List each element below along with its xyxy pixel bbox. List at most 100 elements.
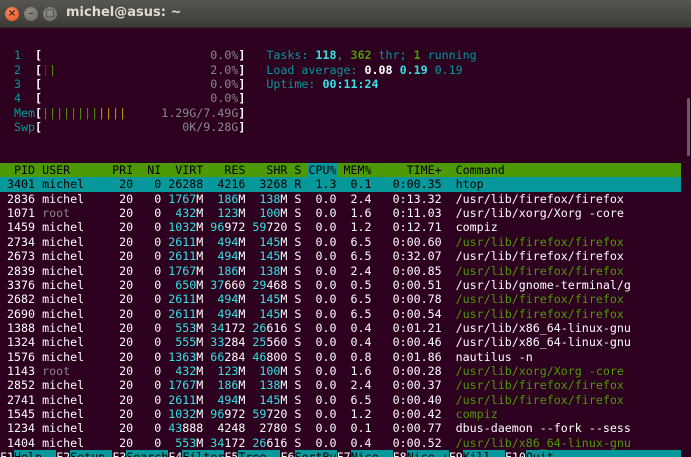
text [42, 77, 210, 91]
text [42, 120, 182, 134]
cell-number: 34 [203, 435, 225, 450]
table-row[interactable]: 2682 michel 20 0 2611M 494M 145M S 0.0 6… [0, 292, 681, 306]
column-header-virt[interactable]: VIRT [161, 163, 203, 177]
column-header-command[interactable]: Command [442, 163, 681, 177]
meter-bracket: ] [238, 91, 246, 106]
cell-state: S [287, 363, 309, 378]
cell-state: S [287, 378, 309, 393]
cpu-label: 2 [0, 62, 36, 77]
fkey-label-f3[interactable]: Search [126, 449, 169, 457]
tasks-count: 118 [315, 48, 337, 63]
cell-state: S [287, 435, 309, 450]
cell-state: S [287, 392, 309, 407]
cell-user: michel [42, 177, 106, 192]
cell-user: michel [42, 263, 106, 278]
close-button[interactable]: × [5, 7, 19, 21]
function-key-bar[interactable]: F1Help F2Setup F3SearchF4FilterF5Tree F6… [0, 449, 681, 457]
text [393, 63, 400, 77]
table-row[interactable]: 1234 michel 20 0 43888 4248 2780 S 0.0 0… [0, 421, 681, 435]
cell-number: 145 [245, 392, 281, 407]
fkey-f3[interactable]: F3 [112, 450, 126, 457]
column-header-ni[interactable]: NI [133, 163, 161, 177]
scrollbar[interactable] [685, 34, 691, 434]
cell-time: 0:00.42 [371, 406, 442, 421]
cell-shr: 59720 [245, 220, 287, 234]
fkey-f7[interactable]: F7 [337, 450, 351, 457]
cell-virt: 1032M [161, 220, 203, 234]
cell-res: 186M [203, 378, 245, 392]
fkey-f6[interactable]: F6 [280, 450, 294, 457]
table-row[interactable]: 2690 michel 20 0 2611M 494M 145M S 0.0 6… [0, 307, 681, 321]
column-header-mem[interactable]: MEM% [337, 163, 372, 177]
column-header-time[interactable]: TIME+ [372, 163, 442, 177]
cell-state: S [287, 206, 309, 221]
maximize-button[interactable]: □ [43, 7, 57, 21]
table-row[interactable]: 2673 michel 20 0 2611M 494M 145M S 0.0 6… [0, 249, 681, 263]
table-row[interactable]: 2839 michel 20 0 1767M 186M 138M S 0.0 2… [0, 264, 681, 278]
fkey-label-f9[interactable]: Kill [462, 449, 505, 457]
column-header-shr[interactable]: SHR [245, 163, 287, 177]
cell-user: michel [42, 378, 106, 393]
table-row[interactable]: 1404 michel 20 0 553M 34172 26616 S 0.0 … [0, 436, 681, 450]
column-header-pri[interactable]: PRI [105, 163, 133, 177]
fkey-label-f6[interactable]: SortBy [294, 449, 337, 457]
fkey-label-f1[interactable]: Help [14, 449, 57, 457]
table-row[interactable]: 1576 michel 20 0 1363M 66284 46800 S 0.0… [0, 350, 681, 364]
table-row[interactable]: 2741 michel 20 0 2611M 494M 145M S 0.0 6… [0, 393, 681, 407]
minimize-button[interactable]: – [24, 7, 38, 21]
cell-res: 186M [203, 264, 245, 278]
cell-cpu: 1.3 [308, 177, 337, 192]
title-bar[interactable]: × – □ michel@asus: ~ [0, 0, 691, 28]
fkey-label-f7[interactable]: Nice - [350, 449, 393, 457]
fkey-f10[interactable]: F10 [505, 450, 526, 457]
cell-cpu: 0.0 [308, 206, 337, 221]
cell-number: 720 [266, 406, 288, 421]
fkey-label-f10[interactable]: Quit [525, 449, 554, 457]
cell-command: /usr/lib/firefox/firefox [455, 234, 624, 249]
cell-number: 650 [161, 277, 197, 292]
table-row[interactable]: 1143 root 20 0 432M 123M 100M S 0.0 1.6 … [0, 364, 681, 378]
table-row[interactable]: 1388 michel 20 0 553M 34172 26616 S 0.0 … [0, 321, 681, 335]
process-table-header[interactable]: PID USER PRI NI VIRT RES SHR S CPU% MEM%… [0, 163, 681, 178]
fkey-label-f5[interactable]: Tree [238, 449, 281, 457]
table-row[interactable]: 3376 michel 20 0 650M 37660 29468 S 0.0 … [0, 278, 681, 292]
cell-mem: 6.5 [336, 249, 372, 264]
cell-pid: 1071 [0, 206, 43, 221]
fkey-f9[interactable]: F9 [449, 450, 463, 457]
fkey-label-f2[interactable]: Setup [70, 449, 113, 457]
column-header-cpu[interactable]: CPU% [308, 163, 337, 178]
fkey-label-f8[interactable]: Nice + [406, 449, 449, 457]
cell-shr: 29468 [245, 278, 287, 292]
table-row[interactable]: 1545 michel 20 0 1032M 96972 59720 S 0.0… [0, 407, 681, 421]
fkey-label-f4[interactable]: Filter [182, 449, 225, 457]
column-header-s[interactable]: S [287, 163, 308, 177]
fkey-f2[interactable]: F2 [56, 450, 70, 457]
cell-cpu: 0.0 [308, 349, 337, 364]
cell-state: S [287, 191, 309, 206]
cell-state: S [287, 320, 309, 335]
column-header-pid[interactable]: PID [0, 163, 42, 177]
htop-screen[interactable]: 1 [ 0.0%] Tasks: 118, 362 thr; 1 running… [0, 34, 681, 457]
column-header-user[interactable]: USER [42, 163, 105, 177]
table-row[interactable]: 2852 michel 20 0 1767M 186M 138M S 0.0 2… [0, 378, 681, 392]
column-header-res[interactable]: RES [203, 163, 245, 177]
cell-pid: 2836 [0, 191, 43, 206]
fkey-f5[interactable]: F5 [224, 450, 238, 457]
table-row[interactable]: 1071 root 20 0 432M 123M 100M S 0.0 1.6 … [0, 206, 681, 220]
cell-cpu: 0.0 [308, 263, 337, 278]
table-row[interactable]: 3401 michel 20 0 26288 4216 3268 R 1.3 0… [0, 177, 681, 192]
table-row[interactable]: 1324 michel 20 0 555M 33284 25560 S 0.0 … [0, 335, 681, 349]
cell-number: 96 [203, 220, 225, 235]
fkey-f8[interactable]: F8 [393, 450, 407, 457]
cell-pid: 2741 [0, 392, 43, 407]
text [56, 63, 210, 77]
table-row[interactable]: 1459 michel 20 0 1032M 96972 59720 S 0.0… [0, 220, 681, 234]
table-row[interactable]: 2734 michel 20 0 2611M 494M 145M S 0.0 6… [0, 235, 681, 249]
scrollbar-thumb[interactable] [687, 98, 690, 156]
fkey-f1[interactable]: F1 [0, 450, 14, 457]
table-row[interactable]: 2836 michel 20 0 1767M 186M 138M S 0.0 2… [0, 192, 681, 206]
load-average-label: Load average: [266, 62, 365, 77]
fkey-f4[interactable]: F4 [168, 450, 182, 457]
cell-user: michel [42, 406, 106, 421]
